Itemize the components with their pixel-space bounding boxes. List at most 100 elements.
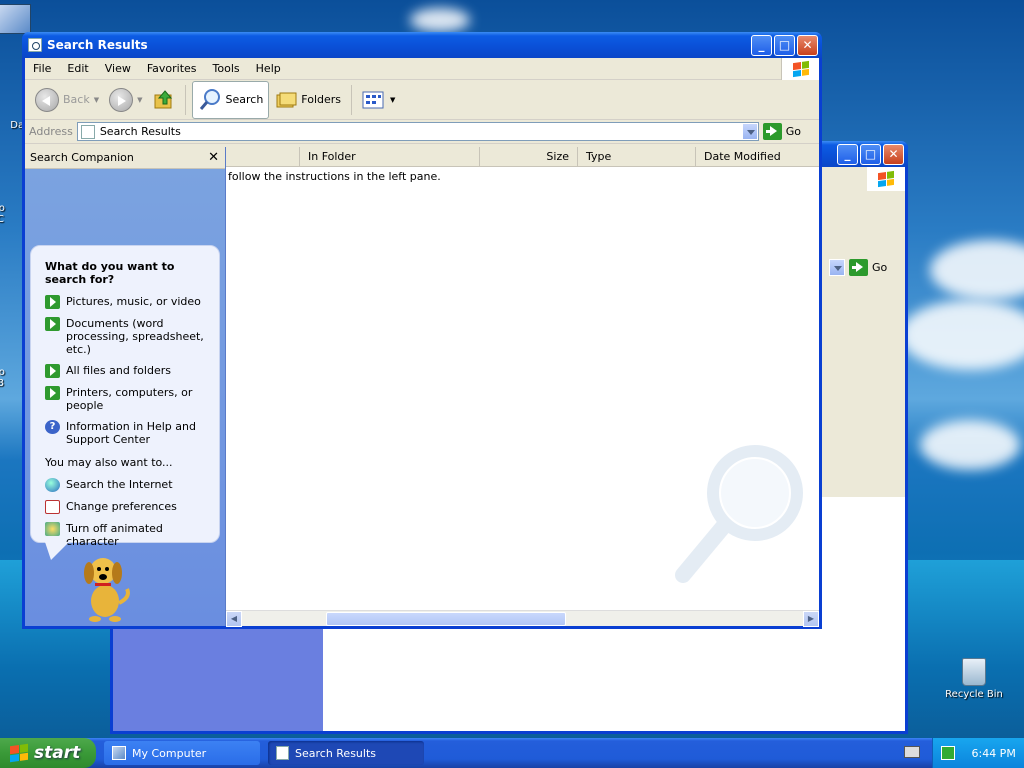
search-label: Search bbox=[225, 93, 264, 106]
views-icon bbox=[362, 91, 384, 108]
search-option-printers[interactable]: Printers, computers, or people bbox=[45, 386, 209, 412]
option-label: Information in Help and Support Center bbox=[66, 420, 196, 446]
search-results-window[interactable]: Search Results _ □ ✕ File Edit View Favo… bbox=[22, 32, 822, 629]
go-label: Go bbox=[872, 261, 888, 274]
results-pane: In Folder Size Type Date Modified follow… bbox=[226, 147, 819, 627]
maximize-button[interactable]: □ bbox=[774, 34, 795, 56]
preferences-icon bbox=[45, 500, 60, 514]
network-icon[interactable] bbox=[941, 746, 956, 760]
computer-icon bbox=[112, 746, 126, 760]
toolbar-separator bbox=[351, 84, 353, 115]
minimize-button[interactable]: _ bbox=[751, 34, 772, 56]
column-header-size[interactable]: Size bbox=[480, 147, 578, 166]
address-dropdown-button[interactable] bbox=[829, 259, 845, 276]
option-label: Search the Internet bbox=[66, 478, 173, 491]
forward-button[interactable]: ▼ bbox=[105, 85, 146, 115]
views-button[interactable]: ▼ bbox=[358, 87, 399, 113]
search-option-pictures[interactable]: Pictures, music, or video bbox=[45, 295, 209, 309]
green-arrow-icon bbox=[45, 295, 60, 309]
globe-search-icon bbox=[45, 478, 60, 492]
close-button[interactable]: ✕ bbox=[797, 34, 818, 56]
clock[interactable]: 6:44 PM bbox=[971, 747, 1015, 760]
title-bar[interactable]: Search Results _ □ ✕ bbox=[22, 32, 822, 58]
search-companion-title: Search Companion bbox=[30, 151, 134, 164]
search-internet-option[interactable]: Search the Internet bbox=[45, 478, 209, 492]
green-arrow-icon bbox=[45, 386, 60, 400]
address-input[interactable]: Search Results bbox=[76, 122, 759, 141]
close-button[interactable]: ✕ bbox=[883, 143, 904, 165]
option-label: All files and folders bbox=[66, 364, 171, 377]
column-header-date-modified[interactable]: Date Modified bbox=[696, 147, 819, 166]
scroll-left-button[interactable]: ◀ bbox=[226, 610, 242, 627]
desktop-icon-label: Micro B bbox=[0, 367, 5, 389]
chevron-down-icon: ▼ bbox=[390, 95, 396, 104]
option-label: Pictures, music, or video bbox=[66, 295, 201, 308]
search-companion-pane: Search Companion ✕ What do you want to s… bbox=[25, 147, 226, 626]
green-arrow-icon bbox=[45, 317, 60, 331]
search-window-icon bbox=[276, 746, 289, 760]
option-label: Documents (word processing, spreadsheet,… bbox=[66, 317, 204, 356]
address-label: Address bbox=[29, 125, 73, 138]
column-header-in-folder[interactable]: In Folder bbox=[300, 147, 480, 166]
address-bar: Address Search Results Go bbox=[25, 120, 819, 144]
horizontal-scrollbar[interactable]: ◀ ▶ bbox=[226, 610, 819, 627]
search-companion-header: Search Companion ✕ bbox=[25, 147, 225, 169]
windows-flag-icon bbox=[10, 743, 28, 763]
menu-tools[interactable]: Tools bbox=[205, 62, 248, 75]
up-folder-button[interactable] bbox=[149, 86, 179, 114]
option-label: Printers, computers, or people bbox=[66, 386, 193, 412]
forward-arrow-icon bbox=[109, 87, 134, 112]
scroll-right-button[interactable]: ▶ bbox=[803, 610, 819, 627]
search-question: What do you want to search for? bbox=[45, 260, 175, 286]
window-title: Search Results bbox=[47, 38, 148, 52]
address-dropdown-button[interactable] bbox=[741, 123, 758, 140]
column-header-type[interactable]: Type bbox=[578, 147, 696, 166]
menu-favorites[interactable]: Favorites bbox=[139, 62, 205, 75]
rover-dog-icon[interactable] bbox=[75, 551, 135, 623]
search-bubble: What do you want to search for? Pictures… bbox=[30, 245, 220, 560]
back-label: Back bbox=[63, 93, 90, 106]
option-label: Change preferences bbox=[66, 500, 177, 513]
search-option-all-files[interactable]: All files and folders bbox=[45, 364, 209, 378]
menu-bar: File Edit View Favorites Tools Help bbox=[25, 58, 819, 80]
desktop-icon-label: Recycle Bin bbox=[945, 689, 1003, 700]
back-button[interactable]: Back ▼ bbox=[31, 85, 103, 115]
menu-help[interactable]: Help bbox=[248, 62, 289, 75]
address-value: Search Results bbox=[99, 125, 181, 138]
taskbar-item-search-results[interactable]: Search Results bbox=[268, 741, 424, 765]
search-window-icon bbox=[28, 38, 42, 52]
start-button[interactable]: start bbox=[0, 738, 96, 768]
cloud bbox=[410, 8, 470, 32]
close-pane-icon[interactable]: ✕ bbox=[208, 150, 219, 165]
menu-view[interactable]: View bbox=[97, 62, 139, 75]
menu-file[interactable]: File bbox=[25, 62, 59, 75]
change-preferences-option[interactable]: Change preferences bbox=[45, 500, 209, 514]
taskbar-item-my-computer[interactable]: My Computer bbox=[104, 741, 260, 765]
explorer-body: Search Companion ✕ What do you want to s… bbox=[25, 147, 819, 627]
column-headers: In Folder Size Type Date Modified bbox=[226, 147, 819, 167]
back-arrow-icon bbox=[35, 87, 59, 112]
column-header-name[interactable] bbox=[226, 147, 300, 166]
green-arrow-icon bbox=[45, 364, 60, 378]
address-go-area[interactable]: Go bbox=[829, 259, 887, 276]
folders-button[interactable]: Folders bbox=[271, 87, 345, 113]
windows-logo bbox=[781, 58, 819, 80]
cloud bbox=[930, 240, 1024, 300]
desktop-icon-label: Micro C bbox=[0, 203, 5, 225]
option-label: Turn off animated character bbox=[66, 522, 163, 548]
minimize-button[interactable]: _ bbox=[837, 143, 858, 165]
go-button[interactable]: Go bbox=[762, 123, 815, 140]
search-option-documents[interactable]: Documents (word processing, spreadsheet,… bbox=[45, 317, 209, 356]
task-label: Search Results bbox=[295, 746, 377, 760]
search-button[interactable]: Search bbox=[191, 80, 270, 119]
turn-off-character-option[interactable]: Turn off animated character bbox=[45, 522, 209, 548]
menu-edit[interactable]: Edit bbox=[59, 62, 96, 75]
maximize-button[interactable]: □ bbox=[860, 143, 881, 165]
desktop-icon-recycle-bin[interactable]: Recycle Bin bbox=[939, 658, 1009, 700]
search-page-icon bbox=[80, 124, 95, 139]
scrollbar-thumb[interactable] bbox=[326, 612, 566, 626]
keyboard-icon[interactable] bbox=[904, 746, 920, 758]
results-message: follow the instructions in the left pane… bbox=[228, 170, 441, 183]
help-icon: ? bbox=[45, 420, 60, 434]
search-option-help[interactable]: ? Information in Help and Support Center bbox=[45, 420, 209, 446]
